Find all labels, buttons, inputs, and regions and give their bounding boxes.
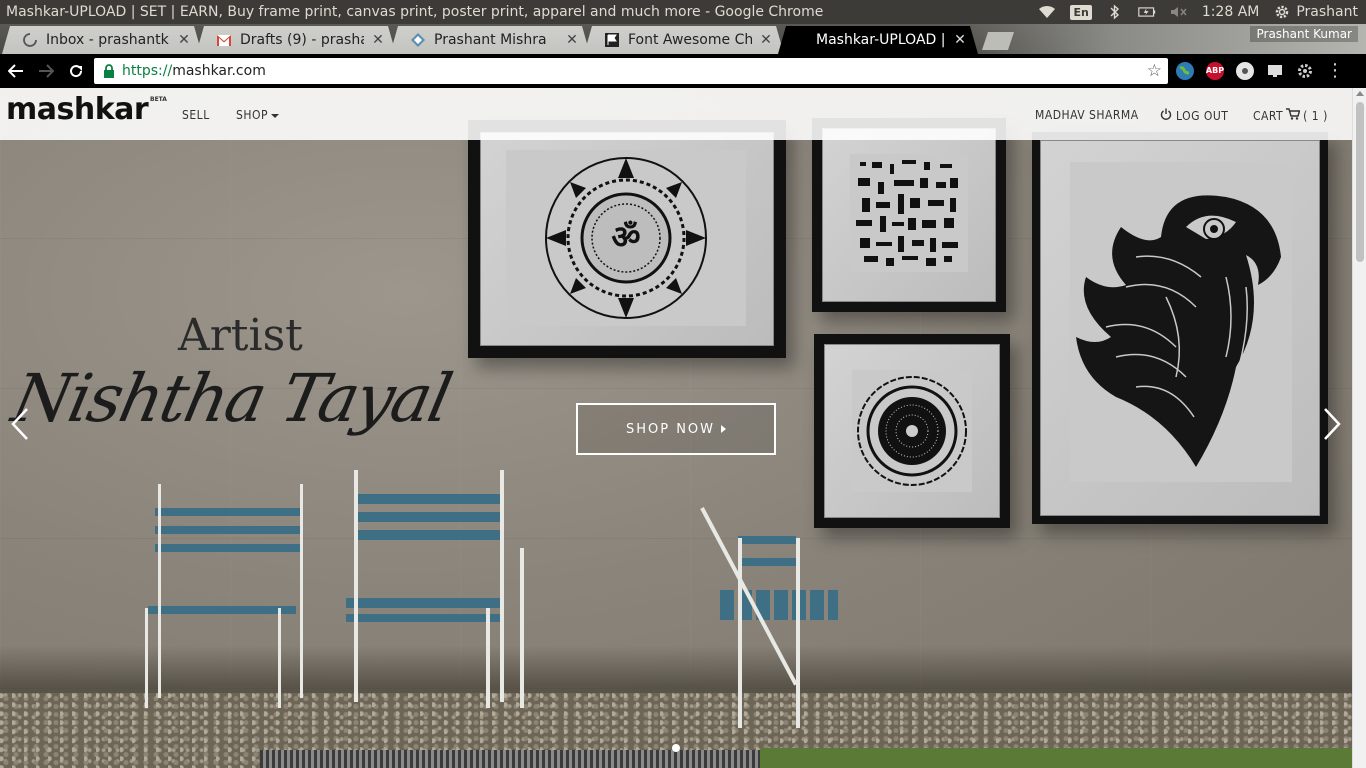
tab-prashant-mishra[interactable]: Prashant Mishra ✕ [390,26,590,54]
forward-arrow-icon[interactable] [32,57,60,85]
tab-label: Prashant Mishra [434,32,547,48]
gear-icon[interactable] [1296,62,1314,80]
carousel-next-button[interactable] [1320,406,1344,450]
tab-label: Drafts (9) - prashan [240,32,364,48]
carousel-prev-button[interactable] [8,406,32,450]
tab-drafts[interactable]: Drafts (9) - prashan ✕ [196,26,396,54]
tab-inbox[interactable]: Inbox - prashantkm ✕ [2,26,202,54]
tab-label: Font Awesome Che [628,32,752,48]
gear-icon [1273,3,1291,21]
small-mandala-artwork [852,370,972,492]
os-top-panel: Mashkar-UPLOAD | SET | EARN, Buy frame p… [0,0,1366,24]
caret-right-icon [721,425,727,433]
globe-icon[interactable] [1176,61,1194,80]
site-logo[interactable]: mashkar [6,92,149,127]
hero-artist-name: Nishtha Tayal [5,360,457,437]
session-menu[interactable]: Prashant [1273,3,1358,21]
close-icon[interactable]: ✕ [564,32,580,48]
frame-eagle [1032,132,1328,524]
session-user-name: Prashant [1296,4,1358,20]
hero-carousel: ॐ Artist Nishtha Tayal SHOP NOW mashkar … [0,88,1352,768]
nav-shop[interactable]: SHOP [236,108,279,122]
back-arrow-icon[interactable] [2,57,30,85]
nav-user[interactable]: MADHAV SHARMA [1035,108,1139,122]
close-icon[interactable]: ✕ [758,32,774,48]
bluetooth-icon[interactable] [1106,3,1124,21]
cart-count: ( 1 ) [1303,108,1328,123]
gmail-icon [216,32,232,48]
nav-logout-label: LOG OUT [1176,108,1229,123]
grass-strip [760,748,1352,768]
shop-now-button[interactable]: SHOP NOW [576,403,776,455]
beta-badge: BETA [150,96,167,103]
abp-icon[interactable]: ABP [1206,61,1224,80]
nav-shop-label: SHOP [236,108,268,122]
system-tray: En 1:28 AM Prashant [1038,3,1366,21]
address-bar[interactable]: https:// mashkar.com ☆ [94,58,1168,84]
profile-name[interactable]: Prashant Kumar [1250,26,1358,42]
close-icon[interactable]: ✕ [370,32,386,48]
circle-icon[interactable] [1236,61,1254,80]
om-mandala-artwork: ॐ [506,150,746,326]
site-header: mashkar BETA SELL SHOP MADHAV SHARMA LOG… [0,88,1352,140]
tab-font-awesome[interactable]: Font Awesome Che ✕ [584,26,784,54]
page-viewport: ॐ Artist Nishtha Tayal SHOP NOW mashkar … [0,88,1366,768]
svg-text:ॐ: ॐ [611,218,640,256]
close-icon[interactable]: ✕ [952,32,968,48]
tab-label: Inbox - prashantkm [46,32,170,48]
scroll-up-arrow-icon[interactable] [1356,91,1364,96]
window-title: Mashkar-UPLOAD | SET | EARN, Buy frame p… [6,4,824,20]
drain-grate [260,750,760,768]
chrome-menu-icon[interactable]: ⋮ [1326,60,1344,81]
nav-sell[interactable]: SELL [182,108,210,122]
shop-now-label: SHOP NOW [625,421,716,437]
tab-strip: Inbox - prashantkm ✕ Drafts (9) - prasha… [0,24,1366,54]
frame-om-mandala: ॐ [468,120,786,358]
caret-down-icon [270,113,279,118]
hero-kicker: Artist [178,310,303,361]
power-icon [1160,108,1172,123]
wifi-icon[interactable] [1038,3,1056,21]
tab-mashkar[interactable]: Mashkar-UPLOAD | ✕ [778,26,978,54]
reload-icon[interactable] [62,57,90,85]
shopping-cart-icon [1286,108,1301,123]
nav-cart-label: CART [1253,108,1284,123]
tab-label: Mashkar-UPLOAD | [816,32,946,48]
lock-icon[interactable] [102,64,116,78]
monitor-icon[interactable] [1266,62,1284,80]
keyboard-layout-indicator[interactable]: En [1070,4,1092,20]
diamond-icon [410,32,426,48]
geometric-artwork [850,154,968,272]
bookmark-star-icon[interactable]: ☆ [1147,61,1162,81]
scrollbar-thumb[interactable] [1356,102,1364,262]
browser-toolbar: https:// mashkar.com ☆ ABP ⋮ [0,54,1366,88]
url-scheme: https:// [122,63,173,79]
volume-muted-icon[interactable] [1170,3,1188,21]
nav-cart[interactable]: CART ( 1 ) [1253,108,1328,123]
clock[interactable]: 1:28 AM [1202,4,1260,20]
frame-small-mandala [814,334,1010,528]
carousel-indicator[interactable] [672,744,680,752]
battery-icon[interactable] [1138,3,1156,21]
eagle-artwork [1070,162,1292,482]
page-scrollbar[interactable] [1352,88,1366,768]
extensions-bar: ABP ⋮ [1176,60,1344,81]
nav-logout[interactable]: LOG OUT [1160,108,1228,123]
close-icon[interactable]: ✕ [176,32,192,48]
flag-icon [604,32,620,48]
frame-geometric [812,118,1006,312]
url-host: mashkar.com [172,63,266,79]
loading-spinner-icon [22,32,38,48]
